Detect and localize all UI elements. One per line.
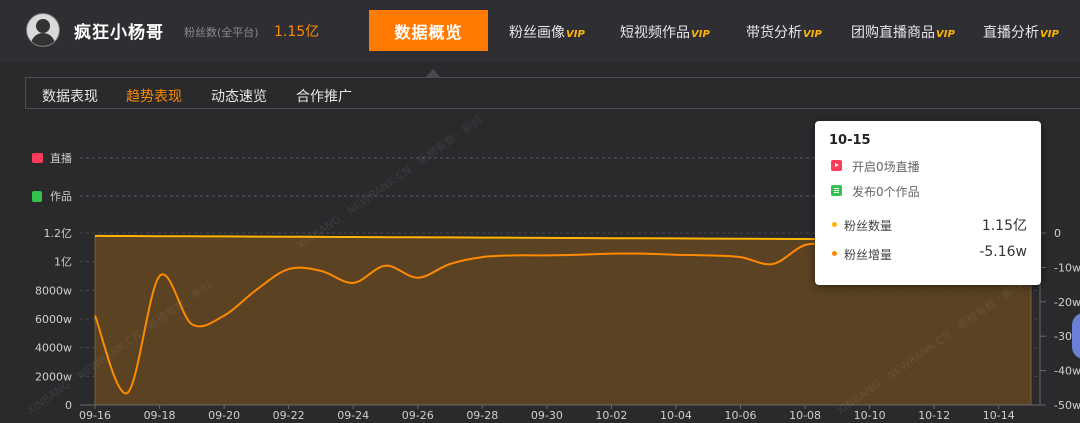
x-tick-label: 10-12 bbox=[918, 409, 950, 422]
x-tick-label: 09-22 bbox=[273, 409, 305, 422]
fans-count-point bbox=[222, 234, 226, 238]
fans-growth-point bbox=[642, 252, 646, 256]
fans-count-point bbox=[771, 237, 775, 241]
y-right-tick-label: -40w bbox=[1054, 365, 1080, 378]
fans-count-dot bbox=[832, 222, 837, 227]
y-right-tick-label: -50w bbox=[1054, 399, 1080, 412]
fans-growth-point bbox=[771, 262, 775, 266]
tooltip-date: 10-15 bbox=[829, 133, 871, 148]
fans-count-point bbox=[287, 235, 291, 239]
fans-growth-point bbox=[480, 255, 484, 259]
x-tick-label: 10-06 bbox=[725, 409, 757, 422]
chart-tooltip: 10-15 开启0场直播 发布0个作品 粉丝数量 1.15亿 粉丝增量 -5.1… bbox=[815, 121, 1041, 285]
fans-growth-point bbox=[448, 262, 452, 266]
fans-count-point bbox=[448, 235, 452, 239]
y-left-tick-label: 0 bbox=[65, 399, 72, 412]
y-right-tick-label: -10w bbox=[1054, 261, 1080, 274]
fans-count-point bbox=[190, 234, 194, 238]
tooltip-fans-growth-label: 粉丝增量 bbox=[844, 248, 893, 262]
fans-growth-point bbox=[254, 288, 258, 292]
fans-count-point bbox=[158, 234, 162, 238]
fans-count-point bbox=[125, 234, 129, 238]
y-left-tick-label: 1亿 bbox=[54, 256, 72, 269]
tooltip-works-text: 发布0个作品 bbox=[852, 185, 920, 199]
x-tick-label: 10-14 bbox=[983, 409, 1015, 422]
fans-count-point bbox=[706, 237, 710, 241]
fans-growth-point bbox=[125, 391, 129, 395]
y-left-tick-label: 6000w bbox=[35, 313, 72, 326]
fans-growth-point bbox=[222, 314, 226, 318]
floating-assistant-button[interactable] bbox=[1072, 313, 1080, 359]
fans-growth-point bbox=[319, 269, 323, 273]
x-tick-label: 09-16 bbox=[79, 409, 111, 422]
works-row-icon bbox=[32, 191, 42, 202]
fans-count-point bbox=[416, 235, 420, 239]
fans-count-point bbox=[739, 237, 743, 241]
x-tick-label: 09-20 bbox=[208, 409, 240, 422]
fans-count-point bbox=[513, 236, 517, 240]
x-tick-label: 09-28 bbox=[466, 409, 498, 422]
x-tick-label: 10-08 bbox=[789, 409, 821, 422]
fans-growth-point bbox=[739, 255, 743, 259]
fans-count-point bbox=[93, 234, 97, 238]
fans-count-point bbox=[577, 236, 581, 240]
fans-growth-point bbox=[158, 274, 162, 278]
fans-count-point bbox=[803, 237, 807, 241]
x-tick-label: 10-04 bbox=[660, 409, 692, 422]
fans-growth-point bbox=[609, 252, 613, 256]
x-tick-label: 10-02 bbox=[595, 409, 627, 422]
x-tick-label: 09-26 bbox=[402, 409, 434, 422]
y-left-tick-label: 1.2亿 bbox=[44, 227, 73, 240]
live-row-label: 直播 bbox=[50, 151, 72, 165]
y-left-tick-label: 8000w bbox=[35, 284, 72, 297]
fans-count-point bbox=[609, 236, 613, 240]
fans-growth-point bbox=[513, 253, 517, 257]
tooltip-fans-count-label: 粉丝数量 bbox=[844, 219, 893, 233]
tooltip-live-text: 开启0场直播 bbox=[852, 160, 920, 174]
works-icon bbox=[831, 185, 842, 196]
fans-count-point bbox=[351, 235, 355, 239]
works-row-label: 作品 bbox=[50, 190, 72, 203]
x-tick-label: 09-18 bbox=[144, 409, 176, 422]
watermark-text: XINBANG · NEWRANK.CN · 新榜有数 · 新抖 bbox=[294, 113, 485, 253]
fans-count-point bbox=[674, 236, 678, 240]
y-right-tick-label: -20w bbox=[1054, 296, 1080, 309]
x-tick-label: 09-24 bbox=[337, 409, 369, 422]
x-tick-label: 10-10 bbox=[854, 409, 886, 422]
fans-count-point bbox=[545, 236, 549, 240]
fans-growth-point bbox=[416, 276, 420, 280]
fans-count-point bbox=[254, 235, 258, 239]
fans-growth-dot bbox=[832, 251, 837, 256]
fans-growth-point bbox=[93, 314, 97, 318]
y-right-tick-label: 0 bbox=[1054, 227, 1061, 240]
fans-growth-point bbox=[351, 281, 355, 285]
fans-growth-point bbox=[384, 264, 388, 268]
tooltip-fans-count-value: 1.15亿 bbox=[981, 218, 1027, 234]
tooltip-fans-growth-value: -5.16w bbox=[979, 244, 1027, 260]
fans-count-point bbox=[384, 235, 388, 239]
fans-growth-point bbox=[545, 253, 549, 257]
fans-growth-point bbox=[706, 253, 710, 257]
fans-count-point bbox=[642, 236, 646, 240]
live-row-icon bbox=[32, 153, 43, 163]
fans-growth-point bbox=[674, 253, 678, 257]
fans-growth-point bbox=[190, 322, 194, 326]
fans-growth-point bbox=[287, 267, 291, 271]
fans-count-point bbox=[480, 236, 484, 240]
x-tick-label: 09-30 bbox=[531, 409, 563, 422]
live-icon bbox=[831, 160, 842, 171]
fans-growth-point bbox=[803, 243, 807, 247]
y-left-tick-label: 4000w bbox=[35, 342, 72, 355]
fans-growth-point bbox=[577, 253, 581, 257]
